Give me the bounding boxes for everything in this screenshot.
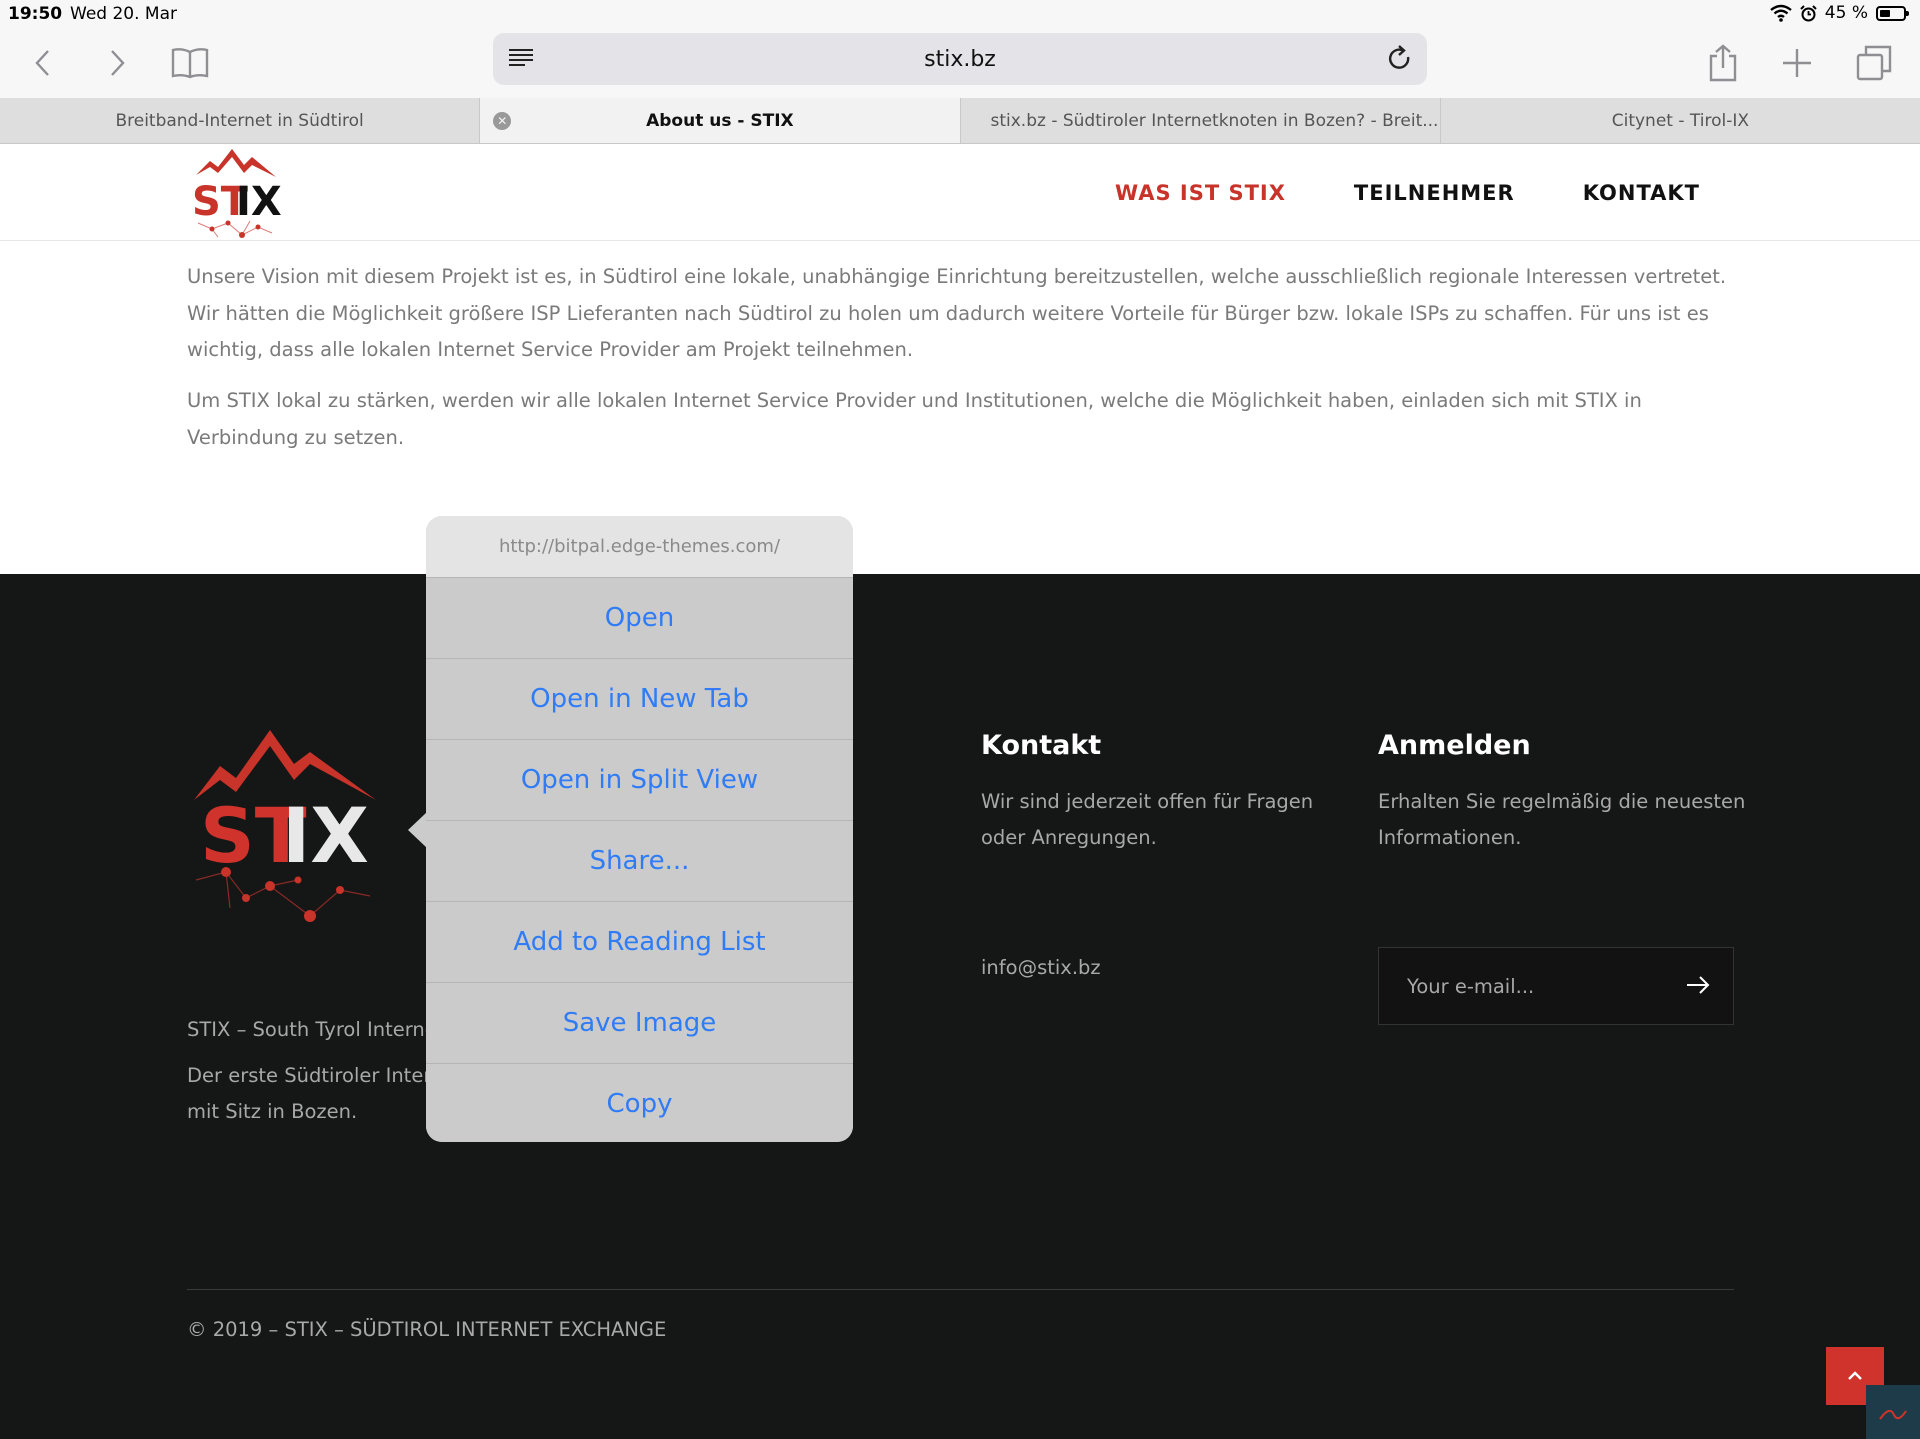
site-footer: ST IX STIX – South Tyrol Internet Der er… bbox=[0, 574, 1920, 1439]
corner-widget[interactable] bbox=[1866, 1385, 1920, 1439]
share-icon bbox=[1709, 44, 1737, 82]
tab-citynet[interactable]: Citynet - Tirol-IX bbox=[1441, 98, 1920, 143]
tabs-overview-button[interactable] bbox=[1851, 40, 1897, 86]
menu-save-image[interactable]: Save Image bbox=[426, 983, 853, 1064]
tab-label: stix.bz - Südtiroler Internetknoten in B… bbox=[990, 111, 1439, 131]
vision-paragraph: Unsere Vision mit diesem Projekt ist es,… bbox=[187, 265, 1727, 361]
forward-button[interactable] bbox=[94, 40, 140, 86]
footer-contact-email[interactable]: info@stix.bz bbox=[981, 950, 1101, 987]
page-content: Unsere Vision mit diesem Projekt ist es,… bbox=[0, 241, 1920, 574]
back-button[interactable] bbox=[20, 40, 66, 86]
nav-kontakt[interactable]: KONTAKT bbox=[1583, 181, 1700, 205]
reload-icon[interactable] bbox=[1387, 45, 1413, 73]
book-icon bbox=[171, 48, 209, 79]
battery-icon bbox=[1876, 5, 1909, 21]
context-menu-pointer bbox=[408, 812, 427, 848]
menu-share[interactable]: Share... bbox=[426, 821, 853, 902]
menu-open-split-view[interactable]: Open in Split View bbox=[426, 740, 853, 821]
chevron-up-icon bbox=[1848, 1371, 1862, 1380]
footer-contact-text: Wir sind jederzeit offen für Fragen bbox=[981, 790, 1314, 813]
footer-logo-ix-text: IX bbox=[282, 791, 369, 880]
footer-signup-text: Erhalten Sie regelmäßig die neuesten bbox=[1378, 790, 1746, 813]
footer-about-title: STIX – South Tyrol Internet bbox=[187, 1018, 445, 1041]
status-date: Wed 20. Mar bbox=[70, 4, 177, 24]
menu-copy[interactable]: Copy bbox=[426, 1064, 853, 1142]
tab-bar: Breitband-Internet in Südtirol ✕ About u… bbox=[0, 98, 1920, 144]
tab-label: Breitband-Internet in Südtirol bbox=[115, 111, 364, 131]
bookmarks-button[interactable] bbox=[167, 40, 213, 86]
footer-signup-text: Informationen. bbox=[1378, 826, 1522, 849]
footer-signup-heading: Anmelden bbox=[1378, 730, 1531, 761]
stix-logo[interactable]: ST IX bbox=[188, 147, 284, 239]
url-host: stix.bz bbox=[924, 47, 996, 72]
new-tab-button[interactable] bbox=[1774, 40, 1820, 86]
footer-copyright: © 2019 – STIX – SÜDTIROL INTERNET EXCHAN… bbox=[187, 1318, 667, 1341]
chevron-right-icon bbox=[111, 50, 125, 76]
main-nav: WAS IST STIX TEILNEHMER KONTAKT bbox=[1115, 181, 1700, 205]
status-time: 19:50 bbox=[8, 4, 63, 24]
newsletter-form bbox=[1378, 947, 1734, 1025]
stix-footer-logo[interactable]: ST IX bbox=[190, 730, 380, 930]
logo-ix-text: IX bbox=[236, 179, 282, 225]
tab-breitband[interactable]: Breitband-Internet in Südtirol bbox=[0, 98, 481, 143]
tab-about-us[interactable]: ✕ About us - STIX bbox=[480, 98, 961, 143]
tab-label: Citynet - Tirol-IX bbox=[1611, 111, 1750, 131]
newsletter-email-input[interactable] bbox=[1379, 948, 1669, 1024]
status-right: 45 % bbox=[1770, 3, 1909, 23]
browser-toolbar: stix.bz bbox=[0, 30, 1920, 98]
chat-widget-icon bbox=[1879, 1409, 1907, 1420]
footer-contact-heading: Kontakt bbox=[981, 730, 1102, 761]
context-menu-url: http://bitpal.edge-themes.com/ bbox=[426, 516, 853, 578]
arrow-right-icon[interactable] bbox=[1685, 974, 1711, 996]
chevron-left-icon bbox=[35, 50, 49, 76]
battery-percent: 45 % bbox=[1824, 3, 1868, 23]
plus-icon bbox=[1783, 49, 1811, 77]
tabs-icon bbox=[1856, 45, 1892, 81]
footer-contact-text: oder Anregungen. bbox=[981, 826, 1157, 849]
menu-open-new-tab[interactable]: Open in New Tab bbox=[426, 659, 853, 740]
nav-was-ist-stix[interactable]: WAS IST STIX bbox=[1115, 181, 1286, 205]
footer-divider bbox=[187, 1289, 1734, 1290]
nav-teilnehmer[interactable]: TEILNEHMER bbox=[1354, 181, 1515, 205]
wifi-icon bbox=[1770, 4, 1792, 22]
status-bar: 19:50 Wed 20. Mar 45 % bbox=[0, 0, 1920, 30]
site-header: ST IX WAS IST STIX TEILNEHMER KONTAKT bbox=[0, 145, 1920, 241]
address-bar[interactable]: stix.bz bbox=[493, 33, 1427, 85]
menu-open[interactable]: Open bbox=[426, 578, 853, 659]
tab-label: About us - STIX bbox=[646, 111, 794, 131]
tab-stix-bz[interactable]: stix.bz - Südtiroler Internetknoten in B… bbox=[961, 98, 1441, 143]
footer-about-line: Der erste Südtiroler Intern bbox=[187, 1064, 444, 1087]
alarm-icon bbox=[1800, 4, 1817, 21]
share-button[interactable] bbox=[1700, 40, 1746, 86]
close-tab-icon[interactable]: ✕ bbox=[493, 112, 512, 130]
footer-about-line: mit Sitz in Bozen. bbox=[187, 1100, 358, 1123]
menu-add-reading-list[interactable]: Add to Reading List bbox=[426, 902, 853, 983]
link-context-menu: http://bitpal.edge-themes.com/ Open Open… bbox=[426, 516, 853, 1142]
invitation-paragraph: Um STIX lokal zu stärken, werden wir all… bbox=[187, 389, 1642, 449]
